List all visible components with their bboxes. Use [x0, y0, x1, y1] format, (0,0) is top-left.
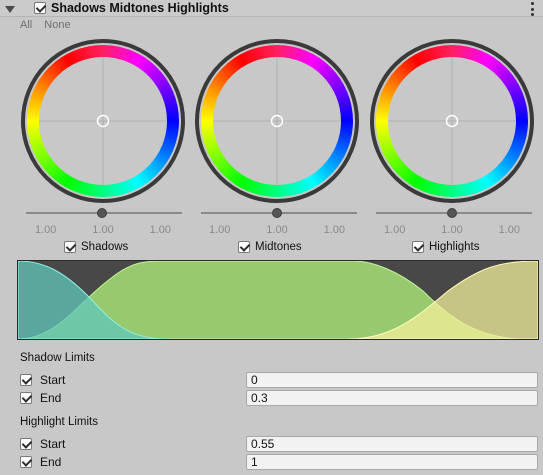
shadow-limits-title: Shadow Limits — [20, 352, 95, 364]
color-wheel-graphic — [195, 39, 359, 203]
shadow-start-row: Start 0 — [20, 372, 540, 388]
slider-thumb[interactable] — [447, 208, 457, 218]
shadow-end-checkbox[interactable] — [20, 392, 32, 404]
highlights-values: 1.00 1.00 1.00 — [384, 224, 520, 236]
value-g: 1.00 — [266, 224, 288, 236]
shadows-color-wheel[interactable] — [20, 38, 186, 204]
midtones-toggle[interactable]: Midtones — [238, 240, 302, 254]
value-g: 1.00 — [441, 224, 463, 236]
shadows-toggle[interactable]: Shadows — [64, 240, 128, 254]
kebab-menu-icon[interactable] — [529, 2, 535, 16]
shadow-start-checkbox[interactable] — [20, 374, 32, 386]
shadow-start-field[interactable]: 0 — [246, 372, 538, 388]
highlights-color-wheel[interactable] — [369, 38, 535, 204]
shadows-label: Shadows — [81, 241, 129, 253]
value-b: 1.00 — [323, 224, 345, 236]
highlight-limits-title: Highlight Limits — [20, 416, 98, 428]
tonal-range-curves — [17, 260, 539, 340]
highlights-checkbox[interactable] — [412, 241, 424, 253]
foldout-arrow-icon[interactable] — [4, 3, 16, 15]
highlights-toggle[interactable]: Highlights — [412, 240, 480, 254]
midtones-color-wheel[interactable] — [194, 38, 360, 204]
highlight-start-checkbox[interactable] — [20, 438, 32, 450]
highlight-start-row: Start 0.55 — [20, 436, 540, 452]
highlight-start-label: Start — [40, 437, 66, 451]
highlight-start-field[interactable]: 0.55 — [246, 436, 538, 452]
section-title: Shadows Midtones Highlights — [51, 1, 229, 15]
slider-thumb[interactable] — [272, 208, 282, 218]
shadows-checkbox[interactable] — [64, 241, 76, 253]
highlight-end-field[interactable]: 1 — [246, 454, 538, 470]
shadow-end-row: End 0.3 — [20, 390, 540, 406]
midtones-intensity-slider[interactable] — [201, 206, 357, 220]
shadow-end-label: End — [40, 391, 62, 405]
highlight-end-row: End 1 — [20, 454, 540, 470]
color-wheel-graphic — [370, 39, 534, 203]
shadows-intensity-slider[interactable] — [26, 206, 182, 220]
slider-thumb[interactable] — [97, 208, 107, 218]
value-r: 1.00 — [209, 224, 231, 236]
toggle-all-none: All None — [20, 19, 80, 31]
highlight-end-label: End — [40, 455, 62, 469]
shadow-end-field[interactable]: 0.3 — [246, 390, 538, 406]
tonal-range-graph — [17, 260, 539, 340]
section-header: Shadows Midtones Highlights — [0, 0, 543, 17]
highlights-label: Highlights — [429, 241, 480, 253]
highlights-intensity-slider[interactable] — [376, 206, 532, 220]
value-b: 1.00 — [149, 224, 171, 236]
midtones-checkbox[interactable] — [238, 241, 250, 253]
value-b: 1.00 — [498, 224, 520, 236]
value-r: 1.00 — [384, 224, 406, 236]
all-button[interactable]: All — [20, 19, 32, 31]
none-button[interactable]: None — [44, 19, 70, 31]
midtones-label: Midtones — [255, 241, 302, 253]
shadows-values: 1.00 1.00 1.00 — [35, 224, 171, 236]
color-wheel-graphic — [21, 39, 185, 203]
midtones-values: 1.00 1.00 1.00 — [209, 224, 345, 236]
value-g: 1.00 — [92, 224, 114, 236]
highlight-end-checkbox[interactable] — [20, 456, 32, 468]
value-r: 1.00 — [35, 224, 57, 236]
shadow-start-label: Start — [40, 373, 66, 387]
enable-override-checkbox[interactable] — [34, 2, 46, 14]
